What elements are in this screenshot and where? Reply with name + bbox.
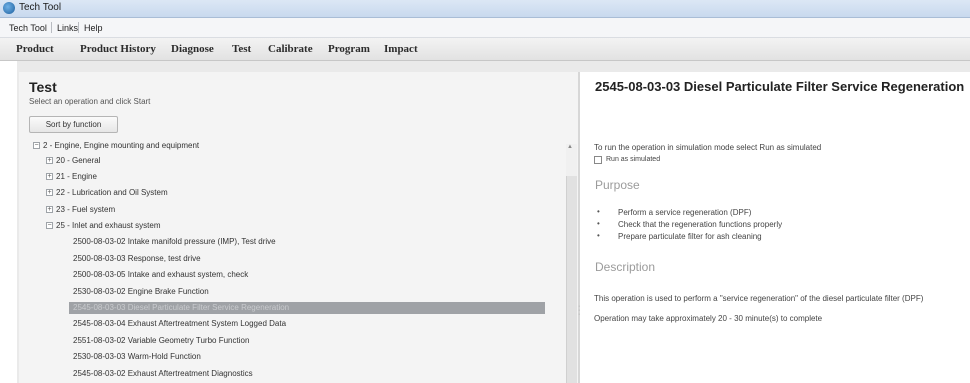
tab-test[interactable]: Test	[232, 43, 251, 55]
tree-scrollbar-thumb[interactable]	[566, 176, 577, 383]
tree-node-22-lubrication[interactable]: +22 - Lubrication and Oil System	[46, 187, 168, 199]
operation-item[interactable]: 2530-08-03-02 Engine Brake Function	[73, 286, 209, 298]
operation-item[interactable]: 2500-08-03-03 Response, test drive	[73, 253, 201, 265]
purpose-item: Perform a service regeneration (DPF)	[618, 208, 752, 217]
menu-separator	[78, 22, 79, 33]
expand-toggle-icon[interactable]: +	[46, 173, 53, 181]
operation-item[interactable]: 2500-08-03-02 Intake manifold pressure (…	[73, 236, 276, 248]
main-tab-bar: Product Product History Diagnose Test Ca…	[0, 38, 970, 61]
tree-node-label: 22 - Lubrication and Oil System	[56, 188, 168, 197]
tree-node-label: 21 - Engine	[56, 172, 97, 181]
operation-item-selected[interactable]: 2545-08-03-03 Diesel Particulate Filter …	[69, 302, 545, 314]
tree-node-25-inlet-exhaust[interactable]: −25 - Inlet and exhaust system	[46, 220, 161, 232]
description-heading: Description	[595, 260, 656, 274]
tree-node-23-fuel[interactable]: +23 - Fuel system	[46, 204, 115, 216]
bullet-icon: •	[597, 207, 600, 216]
tree-node-engine-group[interactable]: −2 - Engine, Engine mounting and equipme…	[33, 140, 199, 152]
tree-node-21-engine[interactable]: +21 - Engine	[46, 171, 97, 183]
expand-toggle-icon[interactable]: +	[46, 157, 53, 165]
tree-node-label: 20 - General	[56, 156, 101, 165]
run-as-simulated-label[interactable]: Run as simulated	[606, 156, 660, 163]
tree-node-label: 23 - Fuel system	[56, 205, 116, 214]
sort-by-function-button[interactable]: Sort by function	[29, 116, 118, 133]
collapse-toggle-icon[interactable]: −	[46, 222, 53, 230]
operation-item[interactable]: 2545-08-03-04 Exhaust Aftertreatment Sys…	[73, 318, 286, 330]
tree-node-label: 2 - Engine, Engine mounting and equipmen…	[43, 141, 200, 150]
tab-product[interactable]: Product	[16, 43, 54, 55]
purpose-item: Prepare particulate filter for ash clean…	[618, 232, 762, 241]
duration-text: Operation may take approximately 20 - 30…	[594, 314, 823, 323]
bullet-icon: •	[597, 219, 600, 228]
expand-toggle-icon[interactable]: +	[46, 189, 53, 197]
window-title: Tech Tool	[19, 2, 62, 13]
tab-product-history[interactable]: Product History	[80, 43, 156, 55]
menu-bar: Tech Tool Links Help	[0, 18, 970, 38]
tree-node-20-general[interactable]: +20 - General	[46, 155, 100, 167]
purpose-heading: Purpose	[595, 178, 640, 192]
operation-item[interactable]: 2500-08-03-05 Intake and exhaust system,…	[73, 269, 248, 281]
menu-item-links[interactable]: Links	[57, 23, 78, 33]
tab-impact[interactable]: Impact	[384, 43, 418, 55]
operation-item[interactable]: 2530-08-03-03 Warm-Hold Function	[73, 351, 201, 363]
description-text: This operation is used to perform a "ser…	[594, 294, 924, 303]
simulation-instruction: To run the operation in simulation mode …	[594, 143, 822, 152]
scroll-up-arrow-icon[interactable]: ▲	[567, 144, 573, 150]
expand-toggle-icon[interactable]: +	[46, 206, 53, 214]
operation-item[interactable]: 2551-08-03-02 Variable Geometry Turbo Fu…	[73, 335, 249, 347]
panel-subtitle: Select an operation and click Start	[29, 97, 151, 106]
collapse-toggle-icon[interactable]: −	[33, 142, 40, 150]
tree-node-label: 25 - Inlet and exhaust system	[56, 221, 161, 230]
panel-title: Test	[29, 79, 57, 95]
menu-item-help[interactable]: Help	[84, 23, 103, 33]
menu-item-tech-tool[interactable]: Tech Tool	[9, 23, 47, 33]
window-title-bar: Tech Tool	[0, 0, 970, 18]
bullet-icon: •	[597, 231, 600, 240]
menu-separator	[51, 22, 52, 33]
tab-diagnose[interactable]: Diagnose	[171, 43, 214, 55]
operation-title: 2545-08-03-03 Diesel Particulate Filter …	[595, 79, 965, 94]
tab-program[interactable]: Program	[328, 43, 370, 55]
purpose-item: Check that the regeneration functions pr…	[618, 220, 783, 229]
app-icon	[3, 2, 15, 14]
operation-item[interactable]: 2545-08-03-02 Exhaust Aftertreatment Dia…	[73, 368, 253, 380]
tab-calibrate[interactable]: Calibrate	[268, 43, 313, 55]
run-as-simulated-checkbox[interactable]	[594, 156, 602, 164]
